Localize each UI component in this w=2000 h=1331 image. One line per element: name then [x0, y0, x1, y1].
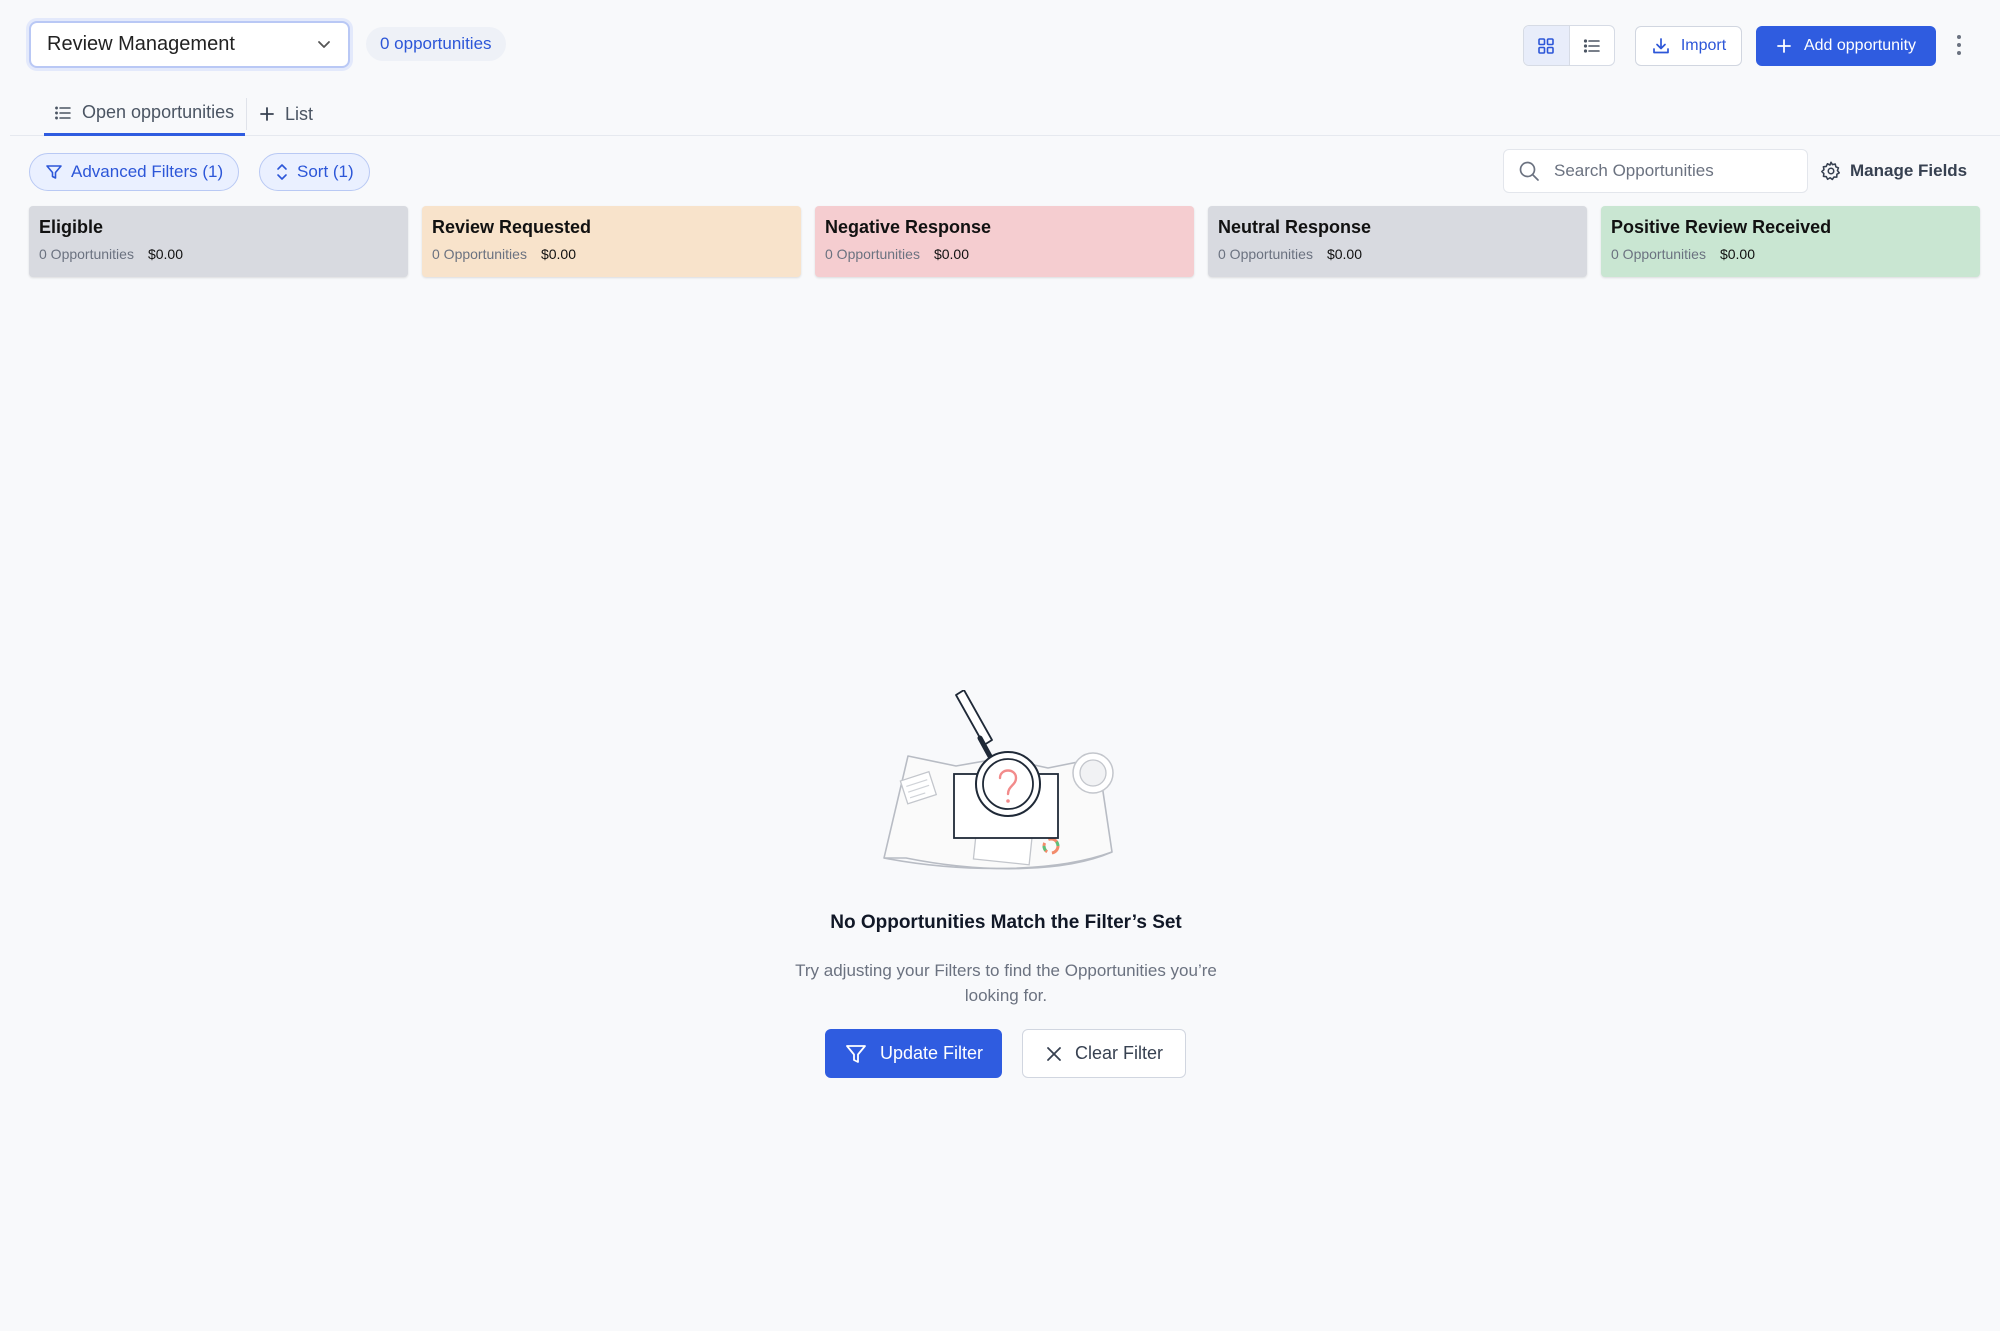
add-opportunity-button[interactable]: Add opportunity [1756, 26, 1936, 66]
search-input[interactable] [1554, 161, 1793, 181]
list-view-button[interactable] [1570, 26, 1615, 65]
opportunity-count-badge: 0 opportunities [366, 27, 506, 61]
update-filter-label: Update Filter [879, 1043, 984, 1063]
search-icon [1518, 160, 1540, 182]
sort-icon [275, 163, 289, 181]
stage-count: 0 Opportunities [1611, 246, 1706, 262]
tab-label: Open opportunities [82, 102, 235, 122]
stage-meta: 0 Opportunities $0.00 [39, 246, 398, 262]
view-toggle [1523, 25, 1615, 66]
filter-icon [844, 1042, 868, 1066]
grid-icon [1536, 36, 1556, 56]
stage-name: Neutral Response [1218, 217, 1372, 237]
stage-amount: $0.00 [147, 246, 183, 262]
pipeline-select-value: Review Management [47, 33, 235, 55]
stage-column-review-requested: Review Requested 0 Opportunities $0.00 [422, 206, 801, 277]
stage-column-eligible: Eligible 0 Opportunities $0.00 [29, 206, 408, 277]
more-options-icon[interactable] [1952, 31, 1966, 59]
stage-column-negative-response: Negative Response 0 Opportunities $0.00 [815, 206, 1194, 277]
tab-divider [246, 98, 247, 130]
chevron-down-icon [314, 34, 334, 54]
search-box [1503, 149, 1808, 193]
gear-icon [1820, 160, 1842, 182]
pipeline-tabs: Open opportunities List [10, 92, 2000, 136]
tab-label: List [285, 103, 314, 124]
stage-amount: $0.00 [1719, 246, 1755, 262]
stage-name: Positive Review Received [1611, 217, 1832, 237]
stage-name: Review Requested [432, 217, 592, 237]
stage-amount: $0.00 [1326, 246, 1362, 262]
update-filter-button[interactable]: Update Filter [825, 1029, 1002, 1078]
empty-state-title: No Opportunities Match the Filter’s Set [830, 912, 1182, 933]
pipeline-select[interactable]: Review Management [29, 21, 350, 68]
stage-meta: 0 Opportunities $0.00 [1218, 246, 1577, 262]
pipeline-page: Review Management 0 opportunities Import… [0, 0, 2000, 1331]
stage-count: 0 Opportunities [1218, 246, 1313, 262]
list-icon [54, 104, 72, 122]
stage-name: Eligible [39, 217, 104, 237]
plus-icon [1776, 38, 1792, 54]
stage-count: 0 Opportunities [432, 246, 527, 262]
stage-amount: $0.00 [933, 246, 969, 262]
manage-fields-label: Manage Fields [1850, 161, 1968, 180]
sort-label: Sort (1) [297, 162, 354, 181]
plus-icon [259, 106, 275, 122]
sort-button[interactable]: Sort (1) [259, 153, 370, 191]
empty-state-description: Try adjusting your Filters to find the O… [795, 961, 1217, 1005]
import-label: Import [1680, 37, 1727, 54]
empty-state-illustration [876, 690, 1136, 880]
manage-fields-button[interactable]: Manage Fields [1820, 158, 1967, 184]
close-icon [1045, 1045, 1063, 1063]
download-icon [1651, 36, 1671, 56]
stage-count: 0 Opportunities [39, 246, 134, 262]
stage-column-positive-review-received: Positive Review Received 0 Opportunities… [1601, 206, 1980, 277]
filter-icon [45, 163, 63, 181]
stage-amount: $0.00 [540, 246, 576, 262]
stage-column-neutral-response: Neutral Response 0 Opportunities $0.00 [1208, 206, 1587, 277]
tab-list[interactable]: List [259, 92, 313, 136]
stage-count: 0 Opportunities [825, 246, 920, 262]
import-button[interactable]: Import [1635, 26, 1742, 66]
stage-meta: 0 Opportunities $0.00 [432, 246, 791, 262]
advanced-filters-label: Advanced Filters (1) [71, 162, 224, 181]
clear-filter-label: Clear Filter [1074, 1043, 1163, 1063]
stage-meta: 0 Opportunities $0.00 [825, 246, 1184, 262]
grid-view-button[interactable] [1524, 26, 1570, 65]
stage-name: Negative Response [825, 217, 992, 237]
clear-filter-button[interactable]: Clear Filter [1022, 1029, 1186, 1078]
tab-open-opportunities[interactable]: Open opportunities [44, 92, 245, 136]
list-icon [1582, 36, 1602, 56]
advanced-filters-button[interactable]: Advanced Filters (1) [29, 153, 240, 191]
stage-meta: 0 Opportunities $0.00 [1611, 246, 1970, 262]
add-opportunity-label: Add opportunity [1803, 37, 1917, 54]
